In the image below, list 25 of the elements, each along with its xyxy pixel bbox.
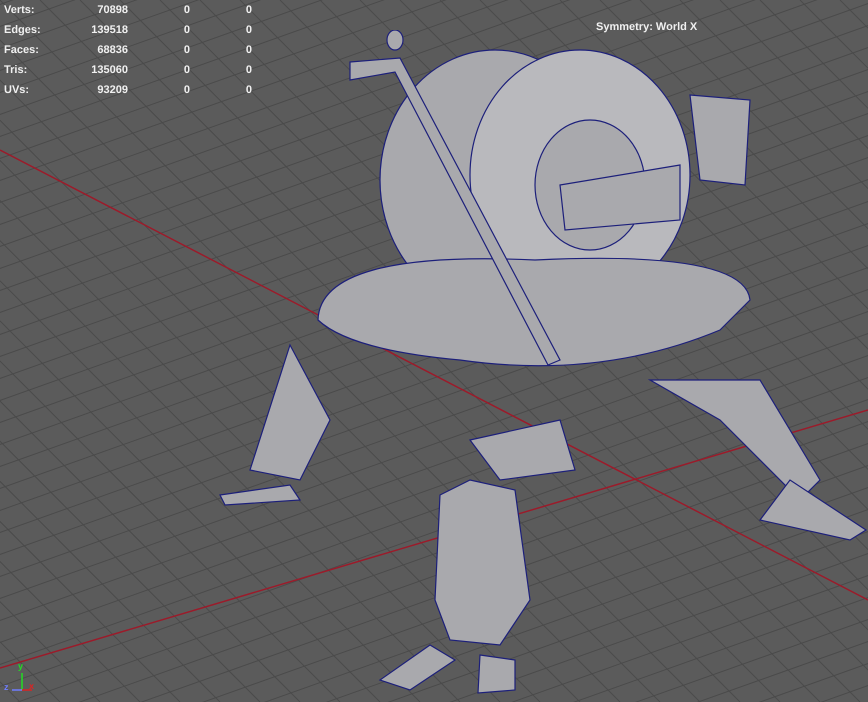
stat-value: 135060: [90, 62, 128, 78]
x-axis-label: x: [29, 682, 34, 691]
stat-value: 0: [182, 62, 190, 78]
stat-value: 0: [244, 2, 252, 18]
stat-value: 139518: [90, 22, 128, 38]
symmetry-label: Symmetry: World X: [596, 20, 698, 35]
stat-value: 0: [182, 22, 190, 38]
stat-value: 68836: [96, 42, 128, 58]
z-axis-label: z: [4, 683, 8, 692]
stat-value: 93209: [96, 82, 128, 98]
stat-value: 0: [182, 42, 190, 58]
viewport[interactable]: Verts: 70898 0 0 Edges: 139518 0 0 Faces: 68836 0 0 Tris: 135060 0 0 UVs: 93209 0 0 Symmetry: World X y z x: [0, 0, 868, 702]
stat-value: 0: [244, 62, 252, 78]
stat-value: 0: [244, 42, 252, 58]
y-axis-label: y: [18, 662, 24, 671]
stat-label: Edges:: [4, 22, 42, 38]
stat-value: 0: [182, 2, 190, 18]
stat-label: Tris:: [4, 62, 28, 78]
stat-label: Faces:: [4, 42, 40, 58]
stat-value: 70898: [96, 2, 128, 18]
stat-value: 0: [244, 22, 252, 38]
stat-value: 0: [182, 82, 190, 98]
stat-value: 0: [244, 82, 252, 98]
stat-label: UVs:: [4, 82, 30, 98]
stat-label: Verts:: [4, 2, 36, 18]
